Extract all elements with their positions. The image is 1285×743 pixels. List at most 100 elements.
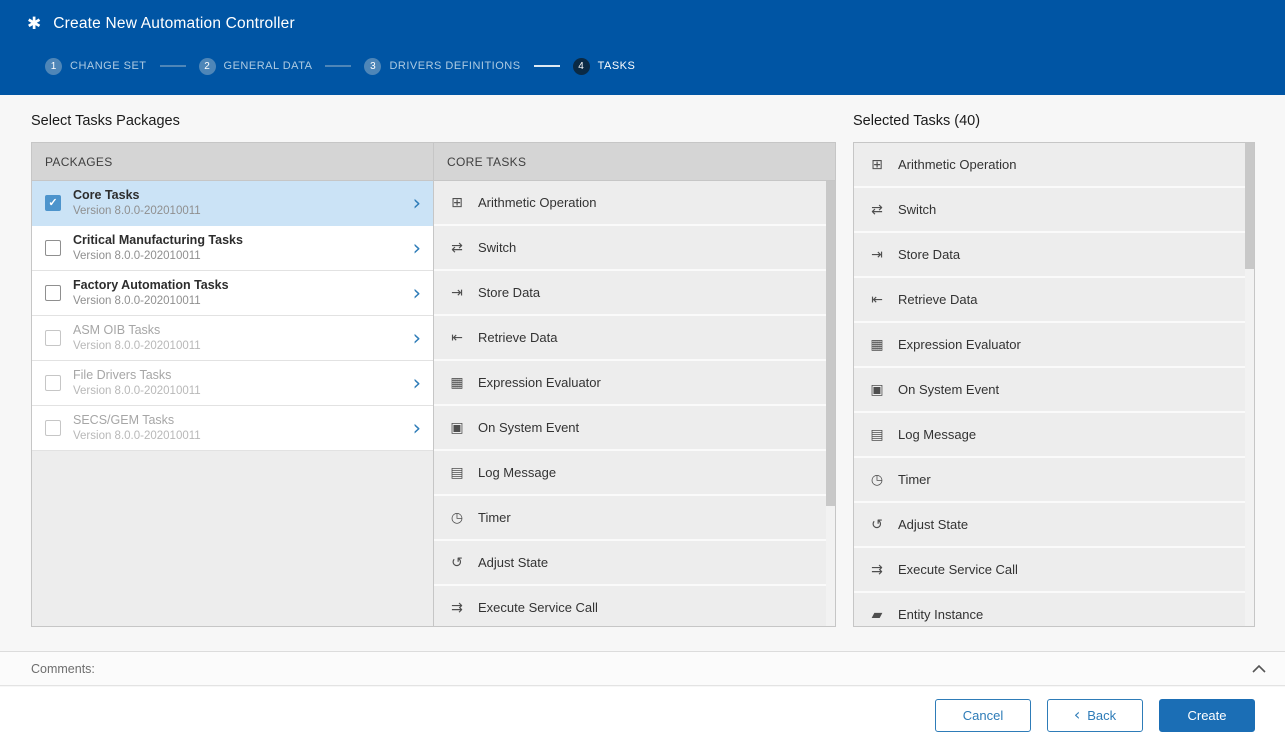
task-row[interactable]: ▦ Expression Evaluator [854,323,1254,368]
package-row[interactable]: ASM OIB Tasks Version 8.0.0-202010011 › [32,316,433,361]
task-label: Log Message [898,427,976,442]
package-row[interactable]: Core Tasks Version 8.0.0-202010011 › [32,181,433,226]
package-row[interactable]: SECS/GEM Tasks Version 8.0.0-202010011 › [32,406,433,451]
chevron-up-icon[interactable] [1252,665,1266,673]
task-label: Entity Instance [898,607,983,622]
task-row[interactable]: ↺ Adjust State [434,541,835,586]
back-button[interactable]: ‹ Back [1047,699,1143,732]
task-row[interactable]: ⇥ Store Data [854,233,1254,278]
package-row[interactable]: File Drivers Tasks Version 8.0.0-2020100… [32,361,433,406]
header-bar: ✱ Create New Automation Controller 1 CHA… [0,0,1285,95]
selected-tasks-rows: ⊞ Arithmetic Operation ⇄ Switch ⇥ Store … [854,143,1254,627]
core-tasks-scrollbar-thumb[interactable] [826,181,835,506]
package-text: Factory Automation Tasks Version 8.0.0-2… [73,277,405,308]
task-row[interactable]: ⇉ Execute Service Call [854,548,1254,593]
task-label: Arithmetic Operation [898,157,1017,172]
package-text: Critical Manufacturing Tasks Version 8.0… [73,232,405,263]
chevron-right-icon[interactable]: › [413,283,421,304]
chevron-right-icon[interactable]: › [413,328,421,349]
store-data-icon: ⇥ [868,247,886,263]
package-row[interactable]: Critical Manufacturing Tasks Version 8.0… [32,226,433,271]
task-row[interactable]: ▣ On System Event [854,368,1254,413]
package-checkbox[interactable] [45,375,61,391]
chevron-right-icon[interactable]: › [413,418,421,439]
package-name: Critical Manufacturing Tasks [73,232,405,248]
adjust-state-icon: ↺ [448,555,466,571]
task-row[interactable]: ⇤ Retrieve Data [434,316,835,361]
step-number: 4 [573,58,590,75]
task-label: On System Event [478,420,579,435]
package-checkbox[interactable] [45,195,61,211]
package-checkbox[interactable] [45,240,61,256]
task-row[interactable]: ⇤ Retrieve Data [854,278,1254,323]
title-row: ✱ Create New Automation Controller [0,0,1285,47]
task-label: Expression Evaluator [478,375,601,390]
task-row[interactable]: ⇄ Switch [434,226,835,271]
package-row[interactable]: Factory Automation Tasks Version 8.0.0-2… [32,271,433,316]
chevron-right-icon[interactable]: › [413,373,421,394]
task-row[interactable]: ⇥ Store Data [434,271,835,316]
expression-evaluator-icon: ▦ [868,337,886,353]
arithmetic-operation-icon: ⊞ [868,157,886,173]
package-version: Version 8.0.0-202010011 [73,429,405,444]
task-label: Adjust State [478,555,548,570]
task-row[interactable]: ▣ On System Event [434,406,835,451]
core-tasks-rows: ⊞ Arithmetic Operation ⇄ Switch ⇥ Store … [434,181,835,626]
task-label: Timer [898,472,931,487]
store-data-icon: ⇥ [448,285,466,301]
switch-icon: ⇄ [448,240,466,256]
task-label: Store Data [478,285,540,300]
timer-icon: ◷ [448,510,466,526]
entity-instance-icon: ▰ [868,607,886,623]
chevron-left-icon: ‹ [1074,707,1080,723]
task-row[interactable]: ▦ Expression Evaluator [434,361,835,406]
wizard-step-drivers-definitions: 3 DRIVERS DEFINITIONS [312,58,520,75]
package-checkbox[interactable] [45,420,61,436]
package-version: Version 8.0.0-202010011 [73,384,405,399]
package-checkbox[interactable] [45,285,61,301]
adjust-state-icon: ↺ [868,517,886,533]
task-label: Expression Evaluator [898,337,1021,352]
create-automation-controller-dialog: ✱ Create New Automation Controller 1 CHA… [0,0,1285,743]
comments-label: Comments: [31,662,95,676]
step-label: DRIVERS DEFINITIONS [389,60,520,72]
wizard-steps: 1 CHANGE SET 2 GENERAL DATA 3 DRIVERS DE… [0,47,1285,85]
create-button[interactable]: Create [1159,699,1255,732]
cancel-button[interactable]: Cancel [935,699,1031,732]
task-row[interactable]: ⇉ Execute Service Call [434,586,835,626]
task-label: Log Message [478,465,556,480]
task-row[interactable]: ▤ Log Message [434,451,835,496]
step-number: 1 [45,58,62,75]
task-row[interactable]: ⊞ Arithmetic Operation [434,181,835,226]
task-row[interactable]: ◷ Timer [854,458,1254,503]
task-row[interactable]: ▰ Entity Instance [854,593,1254,627]
task-row[interactable]: ⇄ Switch [854,188,1254,233]
package-name: Factory Automation Tasks [73,277,405,293]
retrieve-data-icon: ⇤ [448,330,466,346]
packages-list: Core Tasks Version 8.0.0-202010011 › Cri… [32,181,434,626]
create-button-label: Create [1187,708,1226,723]
selected-tasks-scrollbar-thumb[interactable] [1245,143,1254,269]
step-label: TASKS [598,60,636,72]
package-checkbox[interactable] [45,330,61,346]
package-text: SECS/GEM Tasks Version 8.0.0-202010011 [73,412,405,443]
package-version: Version 8.0.0-202010011 [73,339,405,354]
table-body: Core Tasks Version 8.0.0-202010011 › Cri… [32,181,835,626]
task-row[interactable]: ▤ Log Message [854,413,1254,458]
wizard-step-general-data: 2 GENERAL DATA [147,58,313,75]
chevron-right-icon[interactable]: › [413,238,421,259]
package-name: ASM OIB Tasks [73,322,405,338]
selected-tasks-scrollbar[interactable] [1245,143,1254,626]
task-row[interactable]: ⊞ Arithmetic Operation [854,143,1254,188]
task-label: On System Event [898,382,999,397]
comments-bar[interactable]: Comments: [0,651,1285,686]
step-connector [160,65,186,67]
task-row[interactable]: ↺ Adjust State [854,503,1254,548]
content: Select Tasks Packages PACKAGES CORE TASK… [0,95,1285,627]
chevron-right-icon[interactable]: › [413,193,421,214]
task-row[interactable]: ◷ Timer [434,496,835,541]
page-title: Create New Automation Controller [53,15,295,33]
retrieve-data-icon: ⇤ [868,292,886,308]
package-text: ASM OIB Tasks Version 8.0.0-202010011 [73,322,405,353]
core-tasks-scrollbar[interactable] [826,181,835,626]
